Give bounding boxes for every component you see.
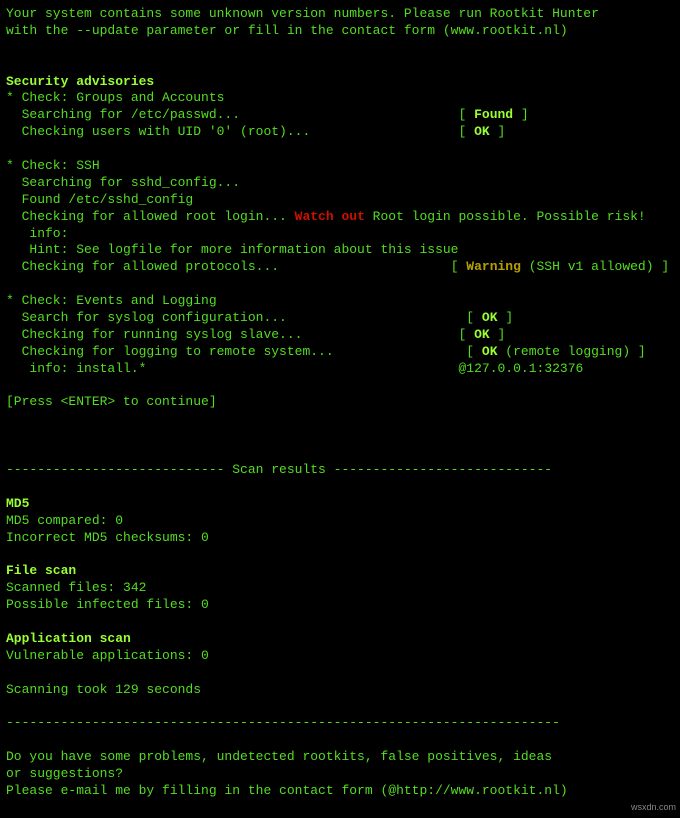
ok-status: OK — [474, 327, 490, 342]
watermark: wsxdn.com — [631, 802, 676, 814]
check-remote: Checking for logging to remote system... — [6, 344, 334, 359]
search-passwd: Searching for /etc/passwd... — [6, 107, 240, 122]
filescan-title: File scan — [6, 563, 76, 578]
ok-status: OK — [474, 124, 490, 139]
header-line-2: with the --update parameter or fill in t… — [6, 23, 568, 38]
remote-detail: (remote logging) ] — [498, 344, 646, 359]
info-install: info: install.* — [6, 361, 146, 376]
check-root-login-pre: Checking for allowed root login... — [6, 209, 295, 224]
ok-status: OK — [482, 344, 498, 359]
protocols-detail: (SSH v1 allowed) ] — [521, 259, 669, 274]
security-advisories-title: Security advisories — [6, 74, 154, 89]
press-enter-prompt[interactable]: [Press <ENTER> to continue] — [6, 394, 217, 409]
footer-line-1: Do you have some problems, undetected ro… — [6, 749, 552, 764]
search-syslog: Search for syslog configuration... — [6, 310, 287, 325]
hint-line: Hint: See logfile for more information a… — [6, 242, 458, 257]
check-uid: Checking users with UID '0' (root)... — [6, 124, 310, 139]
ok-status: OK — [482, 310, 498, 325]
terminal-output: Your system contains some unknown versio… — [6, 6, 674, 800]
footer-divider: ----------------------------------------… — [6, 715, 560, 730]
footer-line-3: Please e-mail me by filling in the conta… — [6, 783, 568, 798]
scanned-files: Scanned files: 342 — [6, 580, 146, 595]
check-slave: Checking for running syslog slave... — [6, 327, 302, 342]
md5-compared: MD5 compared: 0 — [6, 513, 123, 528]
check-ssh: * Check: SSH — [6, 158, 100, 173]
warning-status: Warning — [466, 259, 521, 274]
info-label: info: — [6, 226, 68, 241]
appscan-title: Application scan — [6, 631, 131, 646]
watch-out-warning: Watch out — [295, 209, 365, 224]
vulnerable-apps: Vulnerable applications: 0 — [6, 648, 209, 663]
found-sshd: Found /etc/sshd_config — [6, 192, 193, 207]
remote-addr: @127.0.0.1:32376 — [459, 361, 584, 376]
md5-incorrect: Incorrect MD5 checksums: 0 — [6, 530, 209, 545]
check-groups: * Check: Groups and Accounts — [6, 90, 224, 105]
scan-time: Scanning took 129 seconds — [6, 682, 201, 697]
search-sshd: Searching for sshd_config... — [6, 175, 240, 190]
header-line-1: Your system contains some unknown versio… — [6, 6, 599, 21]
footer-line-2: or suggestions? — [6, 766, 123, 781]
md5-title: MD5 — [6, 496, 29, 511]
check-events: * Check: Events and Logging — [6, 293, 217, 308]
found-status: Found — [474, 107, 513, 122]
results-divider: ---------------------------- Scan result… — [6, 462, 552, 477]
infected-files: Possible infected files: 0 — [6, 597, 209, 612]
check-protocols: Checking for allowed protocols... — [6, 259, 279, 274]
check-root-login-post: Root login possible. Possible risk! — [365, 209, 646, 224]
